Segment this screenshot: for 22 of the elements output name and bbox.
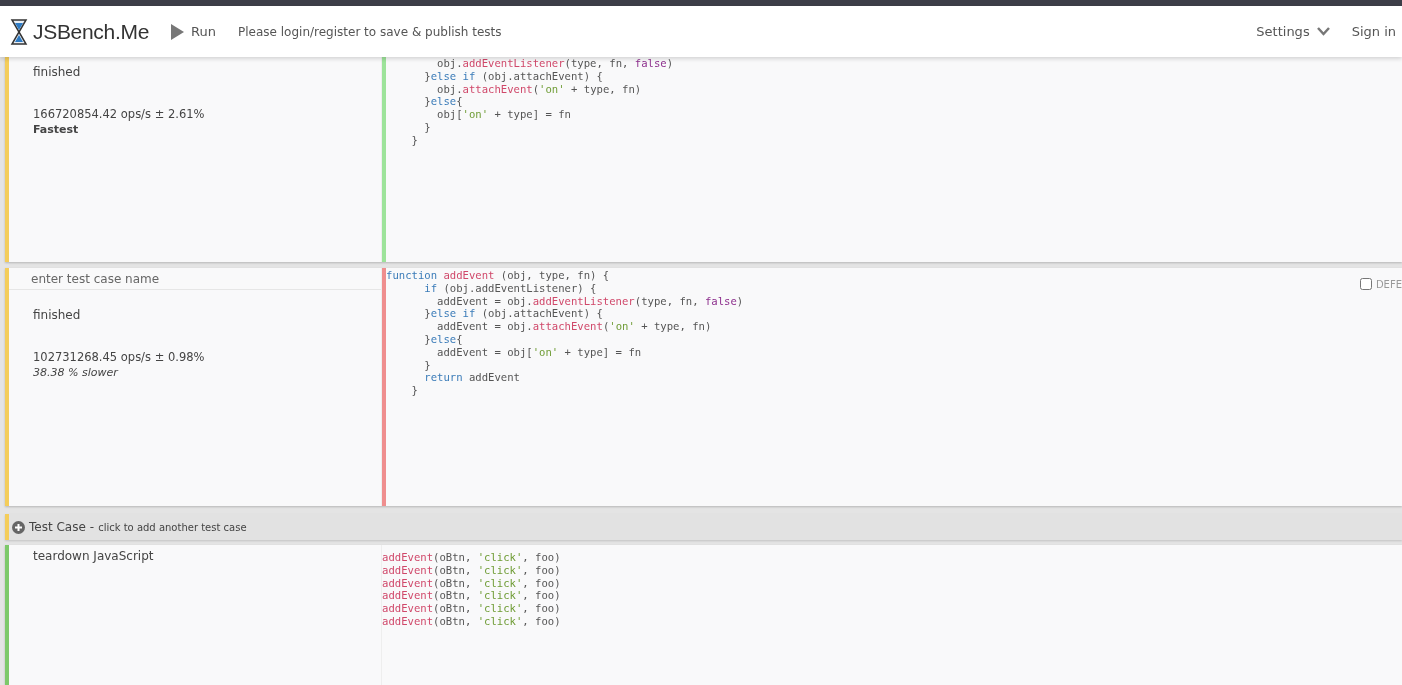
defer-label: DEFE: [1375, 278, 1402, 290]
hourglass-icon: [10, 17, 28, 46]
code-editor[interactable]: addEvent(oBtn, 'click', foo) addEvent(oBtn, 'click', foo) addEvent(oBtn, 'click', foo) addEvent(oBtn, 'click', foo) addEvent(oBtn, 'click', foo) addEvent(oBtn, 'click', foo): [382, 545, 1402, 685]
play-icon: [171, 23, 185, 40]
result-text: 102731268.45 ops/s ± 0.98%: [32, 350, 206, 364]
teardown-label: teardown JavaScript: [32, 548, 155, 565]
defer-checkbox[interactable]: [1359, 278, 1372, 290]
logo-text[interactable]: JSBench.Me: [33, 19, 150, 44]
verdict-text: 38.38 % slower: [32, 365, 120, 381]
code-editor[interactable]: obj.addEventListener(type, fn, false) }else if (obj.attachEvent) { obj.attachEvent('on' + type, fn) }else{ obj['on' + type] = fn } }: [382, 57, 1402, 262]
verdict-text: Fastest: [32, 122, 80, 138]
sign-in-link[interactable]: Sign in: [1351, 24, 1396, 39]
name-field[interactable]: enter test case name: [9, 268, 381, 290]
settings-menu[interactable]: Settings: [1256, 24, 1330, 39]
run-button[interactable]: Run: [171, 23, 216, 40]
plus-circle-icon: [12, 520, 25, 534]
result-text: 166720854.42 ops/s ± 2.61%: [32, 107, 206, 121]
status-text: finished: [32, 64, 82, 81]
login-message: Please login/register to save & publish tests: [238, 24, 502, 39]
status-text: finished: [32, 307, 82, 324]
add-test-case-button[interactable]: Test Case - click to add another test case: [9, 520, 247, 534]
chevron-down-icon: [1316, 27, 1330, 36]
